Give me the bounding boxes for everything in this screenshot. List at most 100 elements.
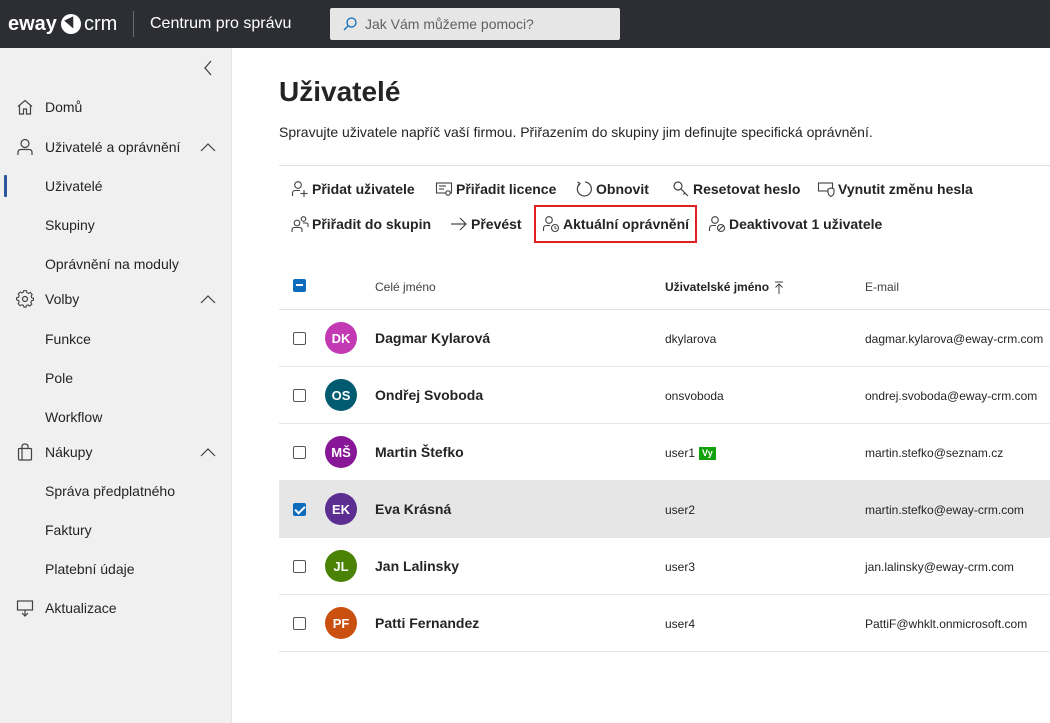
table-row[interactable]: JL Jan Lalinsky user3 jan.lalinsky@eway-crm… — [279, 538, 1050, 595]
user-full-name[interactable]: Dagmar Kylarová — [375, 330, 490, 346]
user-username-cell: user3 — [665, 560, 695, 574]
current-permissions-button[interactable]: Aktuální oprávnění — [534, 205, 698, 243]
avatar: OS — [325, 379, 357, 411]
sidebar-item-label: Uživatelé a oprávnění — [45, 139, 181, 155]
reset-password-button[interactable]: Resetovat heslo — [666, 174, 806, 204]
sidebar-item-label: Workflow — [45, 409, 103, 425]
header-divider — [133, 11, 134, 37]
add-user-button[interactable]: Přidat uživatele — [285, 174, 421, 204]
table-row[interactable]: DK Dagmar Kylarová dkylarova dagmar.kylarov… — [279, 310, 1050, 367]
sidebar-item-label: Faktury — [45, 522, 92, 538]
user-email: martin.stefko@seznam.cz — [865, 446, 1004, 460]
user-email: martin.stefko@eway-crm.com — [865, 503, 1024, 517]
column-header-full-name[interactable]: Celé jméno — [375, 280, 436, 294]
chevron-left-icon — [204, 60, 212, 76]
user-username-cell: user1 Vy — [665, 446, 716, 460]
row-checkbox[interactable] — [293, 446, 306, 459]
collapse-sidebar-button[interactable] — [198, 58, 218, 78]
page-description: Spravujte uživatele napříč vaší firmou. … — [279, 124, 873, 140]
sidebar-item-updates[interactable]: Aktualizace — [0, 590, 232, 626]
user-username-cell: user4 — [665, 617, 695, 631]
avatar: EK — [325, 493, 357, 525]
force-password-change-button[interactable]: Vynutit změnu hesla — [811, 174, 979, 204]
sidebar-item-groups[interactable]: Skupiny — [0, 207, 232, 243]
chevron-up-icon[interactable] — [200, 291, 216, 307]
search-box[interactable] — [330, 8, 620, 40]
column-header-email[interactable]: E-mail — [865, 280, 899, 294]
column-header-username[interactable]: Uživatelské jméno — [665, 280, 784, 294]
row-checkbox[interactable] — [293, 560, 306, 573]
user-username: dkylarova — [665, 332, 717, 346]
row-checkbox[interactable] — [293, 332, 306, 345]
search-input[interactable] — [365, 16, 605, 32]
gear-icon — [16, 290, 34, 308]
sidebar-item-label: Volby — [45, 291, 80, 307]
sidebar-item-label: Uživatelé — [45, 178, 103, 194]
sidebar-item-label: Aktualizace — [45, 600, 117, 616]
force-password-change-label: Vynutit změnu hesla — [838, 181, 973, 197]
user-username: user4 — [665, 617, 696, 631]
search-icon — [343, 17, 357, 31]
user-full-name[interactable]: Patti Fernandez — [375, 615, 479, 631]
assign-license-label: Přiřadit licence — [456, 181, 557, 197]
table-row[interactable]: PF Patti Fernandez user4 PattiF@whklt.onmic… — [279, 595, 1050, 652]
sidebar-item-workflow[interactable]: Workflow — [0, 399, 232, 435]
user-email: PattiF@whklt.onmicrosoft.com — [865, 617, 1028, 631]
row-checkbox[interactable] — [293, 503, 306, 516]
user-username: user1 — [665, 446, 696, 460]
sidebar-item-functions[interactable]: Funkce — [0, 321, 232, 357]
assign-groups-button[interactable]: Přiřadit do skupin — [285, 209, 437, 239]
app-title: Centrum pro správu — [150, 15, 292, 32]
table-row[interactable]: MŠ Martin Štefko user1 Vy martin.stefko@sezn… — [279, 424, 1050, 481]
user-full-name[interactable]: Ondřej Svoboda — [375, 387, 483, 403]
refresh-button[interactable]: Obnovit — [569, 174, 655, 204]
sidebar-item-module-permissions[interactable]: Oprávnění na moduly — [0, 246, 232, 282]
user-username: user3 — [665, 560, 696, 574]
sidebar-item-options[interactable]: Volby — [0, 281, 232, 317]
user-username-cell: user2 — [665, 503, 695, 517]
sidebar: Domů Uživatelé a oprávnění Uživatelé Sku… — [0, 48, 232, 723]
row-checkbox[interactable] — [293, 389, 306, 402]
user-email: dagmar.kylarova@eway-crm.com — [865, 332, 1044, 346]
update-icon — [16, 599, 34, 617]
sidebar-item-invoices[interactable]: Faktury — [0, 512, 232, 548]
add-person-icon — [291, 180, 309, 198]
sidebar-item-billing[interactable]: Platební údaje — [0, 551, 232, 587]
sidebar-item-home[interactable]: Domů — [0, 89, 232, 125]
sidebar-item-fields[interactable]: Pole — [0, 360, 232, 396]
user-full-name[interactable]: Jan Lalinsky — [375, 558, 459, 574]
deactivate-user-button[interactable]: Deaktivovat 1 uživatele — [702, 209, 888, 239]
page-title: Uživatelé — [279, 76, 401, 107]
row-checkbox[interactable] — [293, 617, 306, 630]
sidebar-item-label: Domů — [45, 99, 83, 115]
user-username: onsvoboda — [665, 389, 724, 403]
sidebar-item-label: Pole — [45, 370, 74, 386]
avatar: MŠ — [325, 436, 357, 468]
divider — [279, 165, 1050, 166]
reset-password-label: Resetovat heslo — [693, 181, 801, 197]
sidebar-item-purchases[interactable]: Nákupy — [0, 434, 232, 470]
person-permissions-icon — [542, 215, 560, 233]
table-row[interactable]: EK Eva Krásná user2 martin.stefko@eway-crm.… — [279, 481, 1050, 538]
sidebar-item-users[interactable]: Uživatelé — [0, 168, 232, 204]
chevron-up-icon[interactable] — [200, 444, 216, 460]
deactivate-user-label: Deaktivovat 1 uživatele — [729, 216, 883, 232]
transfer-button[interactable]: Převést — [444, 209, 528, 239]
sidebar-item-subscription[interactable]: Správa předplatného — [0, 473, 232, 509]
transfer-label: Převést — [471, 216, 522, 232]
user-email: ondrej.svoboda@eway-crm.com — [865, 389, 1038, 403]
user-full-name[interactable]: Eva Krásná — [375, 501, 451, 517]
sidebar-item-users-permissions[interactable]: Uživatelé a oprávnění — [0, 129, 232, 165]
column-header-username-label: Uživatelské jméno — [665, 280, 770, 294]
assign-license-button[interactable]: Přiřadit licence — [429, 174, 562, 204]
logo-text-eway: eway — [8, 12, 57, 35]
add-user-label: Přidat uživatele — [312, 181, 415, 197]
refresh-icon — [575, 180, 593, 198]
eway-crm-logo[interactable]: eway crm — [0, 0, 133, 48]
select-all-checkbox[interactable] — [293, 279, 306, 292]
avatar: DK — [325, 322, 357, 354]
sort-ascending-icon — [774, 281, 784, 294]
table-row[interactable]: OS Ondřej Svoboda onsvoboda ondrej.svoboda@… — [279, 367, 1050, 424]
user-full-name[interactable]: Martin Štefko — [375, 444, 464, 460]
chevron-up-icon[interactable] — [200, 139, 216, 155]
